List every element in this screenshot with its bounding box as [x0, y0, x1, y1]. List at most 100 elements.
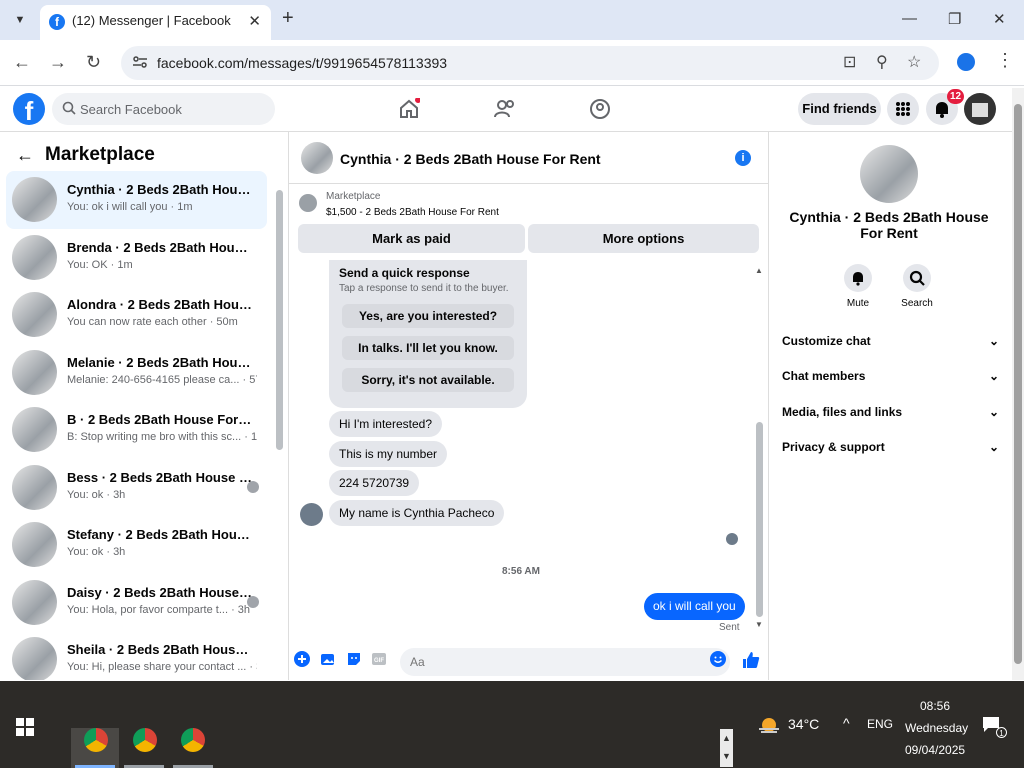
chat-scrollbar[interactable] [756, 422, 763, 617]
facebook-logo-icon[interactable]: f [13, 93, 45, 126]
conversation-name: Bess · 2 Beds 2Bath House Fo... [67, 469, 252, 485]
mark-as-paid-button[interactable]: Mark as paid [298, 224, 525, 253]
bookmark-star-icon[interactable]: ☆ [907, 52, 921, 72]
chevron-down-icon: ⌄ [988, 405, 999, 419]
minimize-icon[interactable]: — [902, 10, 917, 27]
conversation-item[interactable]: Stefany · 2 Beds 2Bath House F... You: ok… [6, 516, 267, 574]
quick-response-subtitle: Tap a response to send it to the buyer. [339, 283, 509, 294]
info-icon[interactable]: i [735, 150, 751, 166]
browser-tab[interactable]: f (12) Messenger | Facebook ✕ [40, 5, 271, 40]
mute-action[interactable]: Mute [834, 264, 882, 309]
chrome-app-icon[interactable] [84, 728, 108, 752]
sent-status: Sent [719, 622, 740, 633]
reload-icon[interactable]: ↻ [86, 52, 101, 73]
back-icon[interactable]: ← [13, 52, 31, 73]
conversation-item[interactable]: Melanie · 2 Beds 2Bath House F... Melanie… [6, 344, 267, 402]
address-bar[interactable]: facebook.com/messages/t/9919654578113393… [121, 46, 939, 80]
profile-icon[interactable] [957, 53, 975, 71]
browser-menu-icon[interactable]: ⋮ [996, 50, 1014, 71]
groups-icon[interactable] [589, 98, 611, 120]
gif-icon[interactable]: GIF [371, 651, 387, 667]
url-text: facebook.com/messages/t/9919654578113393 [157, 55, 448, 71]
listing-thumbnail [299, 194, 317, 212]
forward-icon[interactable]: → [49, 52, 67, 73]
conversation-item[interactable]: Alondra · 2 Beds 2Bath House F... You can… [6, 286, 267, 344]
marketplace-sidebar: ← Marketplace Cynthia · 2 Beds 2Bath Hou… [0, 132, 289, 680]
chevron-up-icon[interactable]: ^ [843, 715, 850, 731]
chat-title[interactable]: Cynthia · 2 Beds 2Bath House For Rent [340, 151, 601, 167]
clock-time: 08:56 [919, 699, 951, 713]
close-window-icon[interactable]: ✕ [993, 10, 1006, 28]
weather-icon[interactable] [757, 715, 781, 735]
more-options-button[interactable]: More options [528, 224, 759, 253]
conversation-item[interactable]: Sheila · 2 Beds 2Bath House For... You: H… [6, 631, 267, 680]
section-label: Media, files and links [782, 405, 903, 419]
home-icon[interactable] [398, 98, 420, 120]
conversation-thumbnail [12, 579, 57, 625]
clock-day: Wednesday [905, 721, 969, 735]
seen-avatar [726, 533, 738, 545]
temperature[interactable]: 34°C [788, 716, 819, 732]
windows-taskbar: ▲ ▼ 34°C ^ ENG 08:56 Wednesday 09/04/2025… [0, 681, 1024, 768]
conversation-item[interactable]: Daisy · 2 Beds 2Bath House F... You: Hola… [6, 574, 267, 632]
section-media-files[interactable]: Media, files and links ⌄ [782, 400, 1002, 424]
chrome-app-icon[interactable] [133, 728, 157, 752]
system-clock[interactable]: 08:56 Wednesday 09/04/2025 [905, 695, 969, 761]
account-avatar[interactable] [964, 93, 996, 125]
conversation-name: Brenda · 2 Beds 2Bath House Fo... [67, 239, 252, 255]
search-icon [909, 270, 925, 286]
conversation-preview: Melanie: 240-656-4165 please ca... · 57m [67, 373, 257, 386]
new-tab-icon[interactable]: + [282, 7, 294, 30]
listing-price[interactable]: $1,500 - 2 Beds 2Bath House For Rent [326, 207, 499, 218]
conversation-item[interactable]: Brenda · 2 Beds 2Bath House Fo... You: OK… [6, 229, 267, 287]
conversation-item[interactable]: B · 2 Beds 2Bath House For Rent B: Stop w… [6, 401, 267, 459]
conversation-item[interactable]: Cynthia · 2 Beds 2Bath House F... You: ok… [6, 171, 267, 229]
restore-icon[interactable]: ❐ [948, 10, 961, 28]
friends-icon[interactable] [494, 98, 516, 120]
close-tab-icon[interactable]: ✕ [248, 12, 261, 30]
language-indicator[interactable]: ENG [867, 717, 893, 731]
quick-reply-button[interactable]: Sorry, it's not available. [342, 368, 514, 392]
seen-avatar [247, 595, 259, 608]
section-customize-chat[interactable]: Customize chat ⌄ [782, 329, 1002, 353]
back-arrow-icon[interactable]: ← [16, 145, 34, 166]
facebook-header: f Search Facebook Find friends 12 [0, 86, 1012, 132]
search-action[interactable]: Search [893, 264, 941, 309]
conversation-item[interactable]: Bess · 2 Beds 2Bath House Fo... You: ok ·… [6, 459, 267, 517]
taskbar-scroll-arrows-icon[interactable]: ▲ ▼ [720, 729, 733, 767]
tab-search-icon[interactable]: ▼ [10, 10, 30, 30]
menu-grid-icon[interactable] [887, 93, 919, 125]
message-bubble: 224 5720739 [329, 470, 420, 496]
message-input[interactable] [400, 648, 730, 676]
bell-icon [853, 272, 863, 286]
sticker-icon[interactable] [346, 651, 362, 667]
page-scroll-thumb[interactable] [1014, 104, 1022, 664]
facebook-search[interactable]: Search Facebook [52, 93, 275, 125]
scroll-down-icon[interactable]: ▼ [755, 620, 763, 629]
message-composer: GIF [289, 644, 769, 680]
marketplace-label: Marketplace [326, 191, 381, 202]
find-friends-button[interactable]: Find friends [798, 93, 881, 125]
like-thumb-icon[interactable] [742, 651, 760, 669]
windows-start-icon[interactable] [16, 718, 34, 736]
emoji-icon[interactable] [710, 651, 726, 667]
chat-thumbnail[interactable] [301, 142, 333, 174]
site-info-icon[interactable] [132, 54, 148, 70]
page-scrollbar[interactable] [1012, 88, 1024, 680]
conversation-thumbnail [12, 522, 57, 567]
zoom-icon[interactable]: ⚲ [876, 52, 888, 72]
chrome-app-icon[interactable] [181, 728, 205, 752]
scroll-up-icon[interactable]: ▲ [755, 266, 763, 275]
facebook-favicon-icon: f [49, 14, 65, 30]
add-icon[interactable] [294, 651, 310, 667]
install-app-icon[interactable]: ⊡ [843, 52, 856, 72]
section-privacy-support[interactable]: Privacy & support ⌄ [782, 435, 1002, 459]
conversation-thumbnail [12, 177, 57, 222]
section-chat-members[interactable]: Chat members ⌄ [782, 364, 1002, 388]
conversation-thumbnail [12, 464, 57, 510]
quick-reply-button[interactable]: Yes, are you interested? [342, 304, 514, 328]
quick-reply-button[interactable]: In talks. I'll let you know. [342, 336, 514, 360]
conversation-name: Daisy · 2 Beds 2Bath House F... [67, 584, 252, 600]
photo-icon[interactable] [320, 651, 336, 667]
sidebar-scrollbar[interactable] [276, 190, 283, 450]
